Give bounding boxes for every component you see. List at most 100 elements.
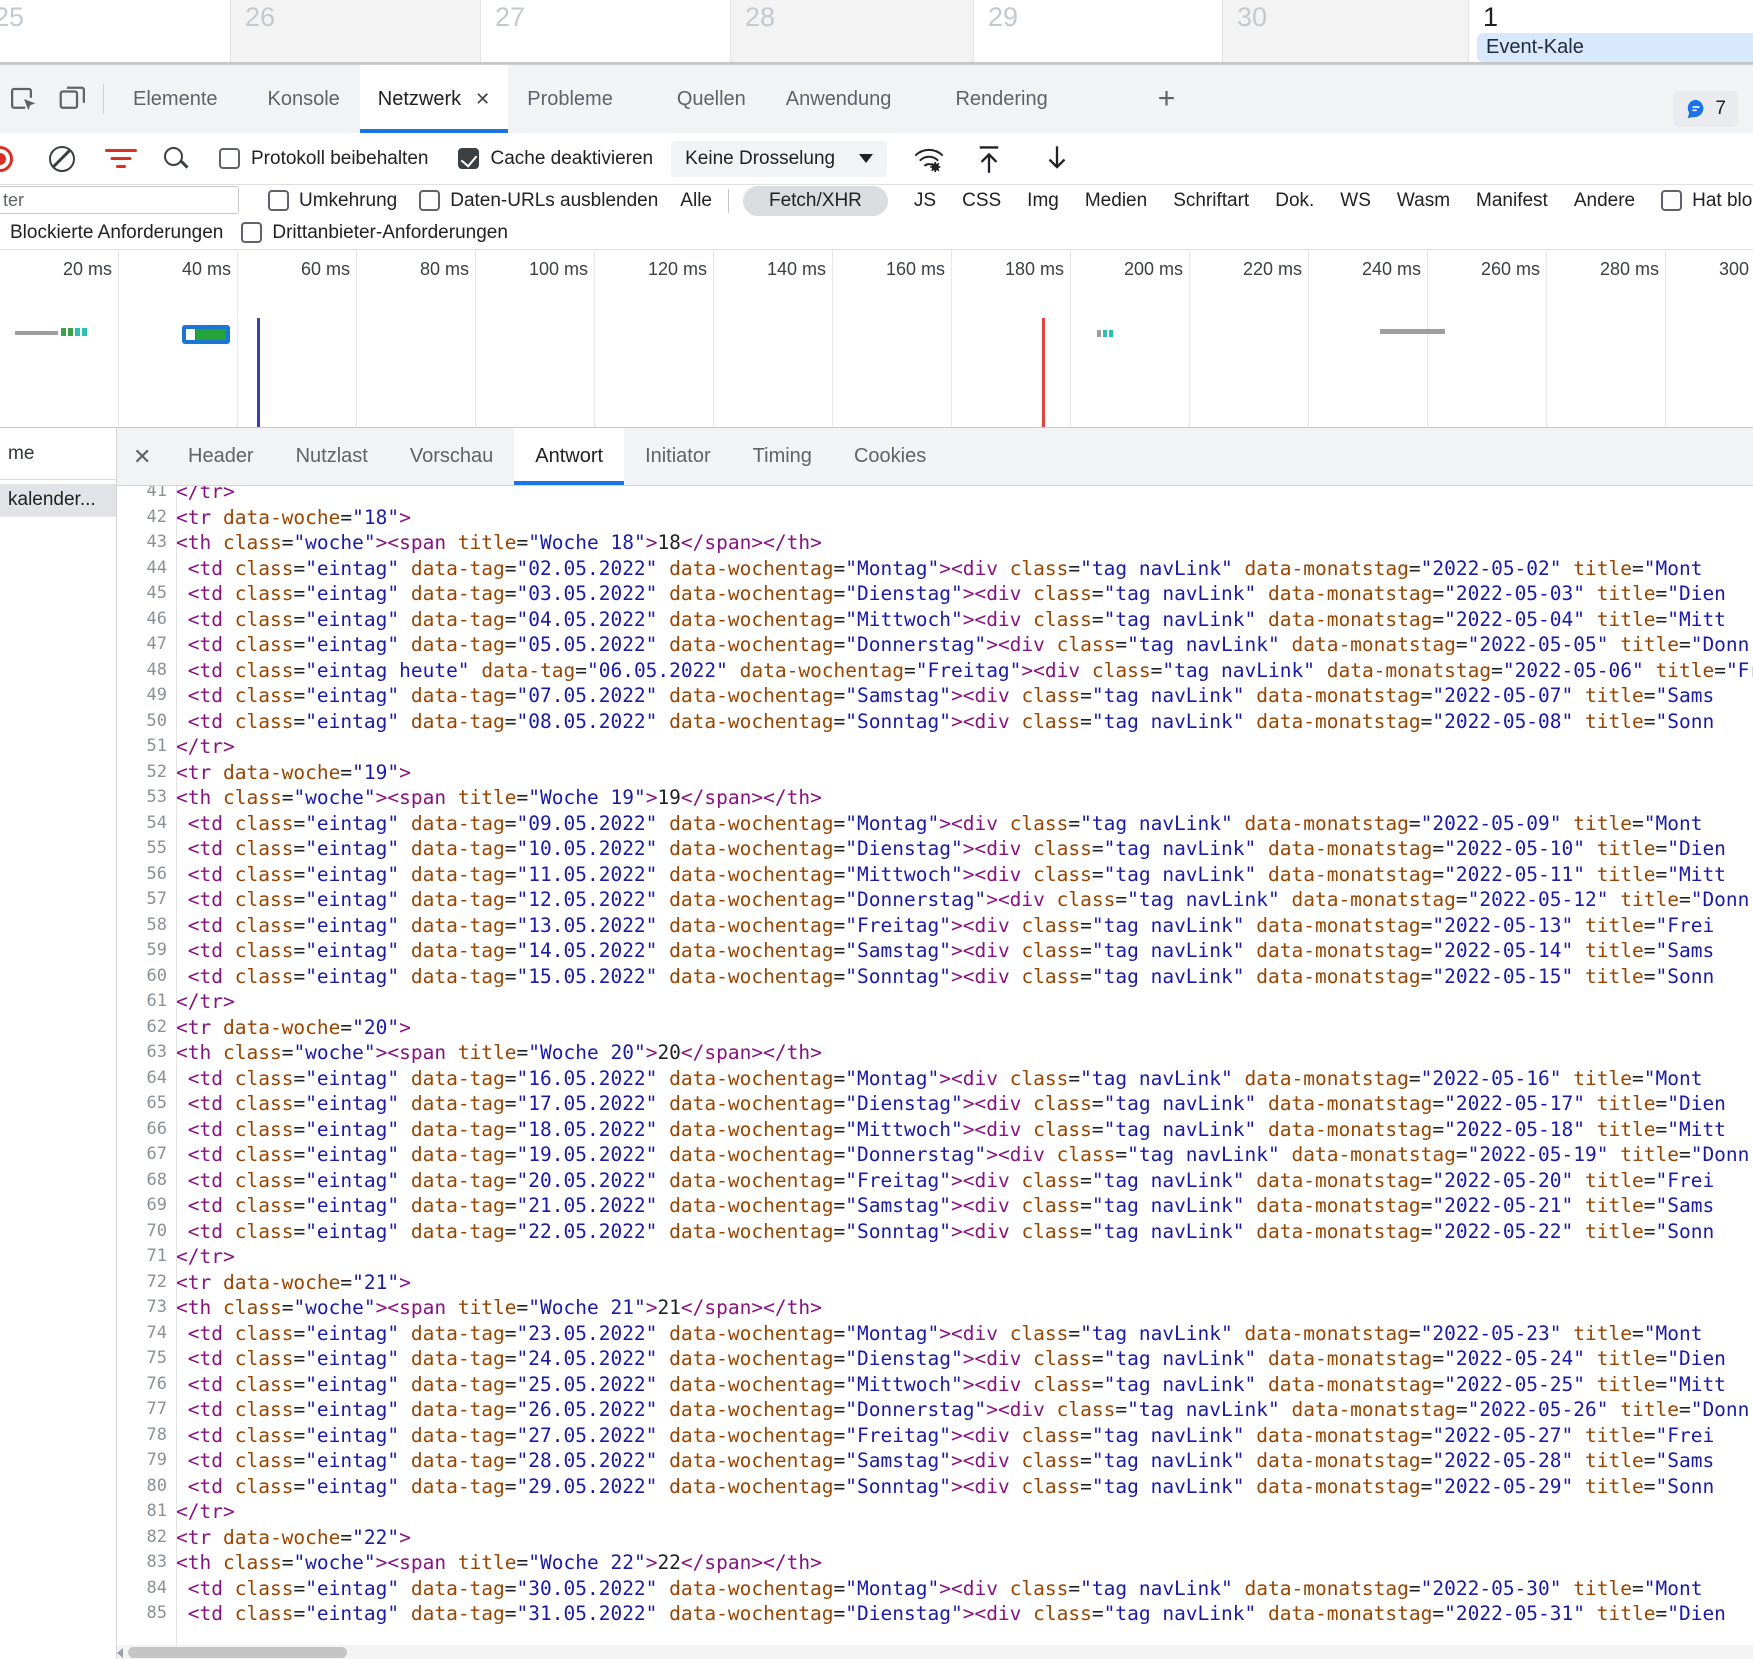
code-line: 43<th class="woche"><span title="Woche 1…: [117, 530, 1753, 556]
ruler-tick: 300 ms: [1666, 250, 1753, 427]
clear-icon[interactable]: [49, 146, 75, 172]
line-number: 81: [117, 1499, 176, 1525]
filter-type-medien[interactable]: Medien: [1085, 190, 1147, 212]
network-overview[interactable]: 20 ms40 ms60 ms80 ms100 ms120 ms140 ms16…: [0, 250, 1753, 428]
scrollbar-thumb[interactable]: [128, 1647, 347, 1658]
search-icon[interactable]: [163, 146, 189, 172]
response-tab-timing[interactable]: Timing: [732, 428, 833, 485]
record-button[interactable]: [0, 146, 13, 172]
invert-checkbox[interactable]: [268, 190, 289, 211]
filter-type-schriftart[interactable]: Schriftart: [1173, 190, 1249, 212]
line-number: 56: [117, 862, 176, 888]
line-number: 79: [117, 1448, 176, 1474]
preserve-log-checkbox[interactable]: [219, 148, 240, 169]
filter-type-js[interactable]: JS: [914, 190, 936, 212]
filter-type-wasm[interactable]: Wasm: [1397, 190, 1450, 212]
filter-type-alle[interactable]: Alle: [680, 190, 712, 212]
throttling-select[interactable]: Keine Drosselung: [671, 141, 887, 177]
code-text: <td class="eintag" data-tag="31.05.2022"…: [176, 1601, 1753, 1627]
code-text: <td class="eintag" data-tag="29.05.2022"…: [176, 1474, 1753, 1500]
devtools-tab-quellen[interactable]: Quellen: [675, 65, 748, 133]
filter-type-andere[interactable]: Andere: [1574, 190, 1635, 212]
disable-cache-checkbox[interactable]: [458, 148, 479, 169]
response-tab-initiator[interactable]: Initiator: [624, 428, 732, 485]
blocked-requests-bar: Blockierte Anforderungen Drittanbieter-A…: [0, 216, 1753, 250]
line-number: 58: [117, 913, 176, 939]
response-tab-antwort[interactable]: Antwort: [514, 428, 624, 485]
invert-label: Umkehrung: [299, 190, 397, 212]
calendar-event-pill[interactable]: Event-Kale: [1477, 33, 1753, 62]
ruler-tick: 140 ms: [714, 250, 833, 427]
code-text: </tr>: [176, 486, 1753, 505]
network-conditions-icon[interactable]: [913, 144, 945, 174]
network-toolbar: Protokoll beibehalten Cache deaktivieren…: [0, 133, 1753, 185]
code-line: 68 <td class="eintag" data-tag="20.05.20…: [117, 1168, 1753, 1194]
close-tab-icon[interactable]: ✕: [475, 89, 490, 110]
detail-tabbar: ✕ HeaderNutzlastVorschauAntwortInitiator…: [117, 428, 1753, 486]
response-tab-nutzlast[interactable]: Nutzlast: [275, 428, 389, 485]
code-line: 44 <td class="eintag" data-tag="02.05.20…: [117, 556, 1753, 582]
code-text: <td class="eintag" data-tag="02.05.2022"…: [176, 556, 1753, 582]
line-number: 78: [117, 1423, 176, 1449]
line-number: 68: [117, 1168, 176, 1194]
code-line: 52<tr data-woche="19">: [117, 760, 1753, 786]
code-text: <th class="woche"><span title="Woche 22"…: [176, 1550, 1753, 1576]
hide-data-urls-checkbox[interactable]: [419, 190, 440, 211]
line-number: 45: [117, 581, 176, 607]
devtools-tab-elemente[interactable]: Elemente: [131, 65, 220, 133]
code-line: 53<th class="woche"><span title="Woche 1…: [117, 785, 1753, 811]
filter-type-manifest[interactable]: Manifest: [1476, 190, 1548, 212]
horizontal-scrollbar[interactable]: [117, 1645, 1753, 1659]
filter-type-ws[interactable]: WS: [1340, 190, 1371, 212]
more-tabs-button[interactable]: +: [1158, 82, 1176, 116]
filter-type-fetch-xhr[interactable]: Fetch/XHR: [743, 186, 888, 216]
device-toolbar-icon[interactable]: [57, 84, 87, 114]
waterfall-dot: [1109, 330, 1113, 337]
devtools-tab-anwendung[interactable]: Anwendung: [784, 65, 894, 133]
filter-type-css[interactable]: CSS: [962, 190, 1001, 212]
import-har-icon[interactable]: [975, 144, 1003, 174]
response-source-view[interactable]: 41</tr>42<tr data-woche="18">43<th class…: [117, 486, 1753, 1645]
code-line: 74 <td class="eintag" data-tag="23.05.20…: [117, 1321, 1753, 1347]
name-column-header[interactable]: me: [0, 428, 116, 480]
tab-label: Anwendung: [786, 88, 892, 111]
request-row-selected[interactable]: kalender...: [0, 484, 116, 517]
issues-badge[interactable]: 7: [1673, 91, 1738, 127]
code-text: <tr data-woche="21">: [176, 1270, 1753, 1296]
response-tab-cookies[interactable]: Cookies: [833, 428, 947, 485]
code-line: 62<tr data-woche="20">: [117, 1015, 1753, 1041]
chevron-down-icon: [859, 154, 873, 163]
divider: [728, 189, 729, 213]
line-number: 43: [117, 530, 176, 556]
inspect-element-icon[interactable]: [9, 84, 39, 114]
third-party-checkbox[interactable]: [241, 222, 262, 243]
filter-type-dok-[interactable]: Dok.: [1275, 190, 1314, 212]
chat-bubble-icon: [1685, 98, 1707, 120]
calendar-day-number: 29: [988, 2, 1018, 33]
filter-input[interactable]: ter: [0, 186, 239, 214]
devtools-tab-konsole[interactable]: Konsole: [266, 65, 342, 133]
code-line: 76 <td class="eintag" data-tag="25.05.20…: [117, 1372, 1753, 1398]
code-line: 61</tr>: [117, 989, 1753, 1015]
ruler-tick: 100 ms: [476, 250, 595, 427]
code-line: 60 <td class="eintag" data-tag="15.05.20…: [117, 964, 1753, 990]
code-text: <td class="eintag" data-tag="14.05.2022"…: [176, 938, 1753, 964]
code-line: 70 <td class="eintag" data-tag="22.05.20…: [117, 1219, 1753, 1245]
devtools-tab-probleme[interactable]: Probleme: [525, 65, 615, 133]
devtools-tab-rendering[interactable]: Rendering: [953, 65, 1049, 133]
close-icon[interactable]: ✕: [133, 444, 167, 470]
devtools-tab-netzwerk[interactable]: Netzwerk✕: [360, 65, 508, 133]
selected-request-marker[interactable]: [182, 325, 230, 344]
code-line: 42<tr data-woche="18">: [117, 505, 1753, 531]
filter-icon[interactable]: [105, 148, 137, 170]
response-tab-vorschau[interactable]: Vorschau: [389, 428, 514, 485]
code-line: 64 <td class="eintag" data-tag="16.05.20…: [117, 1066, 1753, 1092]
response-tab-header[interactable]: Header: [167, 428, 275, 485]
code-text: <td class="eintag" data-tag="18.05.2022"…: [176, 1117, 1753, 1143]
filter-type-img[interactable]: Img: [1027, 190, 1059, 212]
export-har-icon[interactable]: [1043, 144, 1071, 174]
code-text: <td class="eintag" data-tag="10.05.2022"…: [176, 836, 1753, 862]
calendar-day-cell: 25: [0, 0, 230, 62]
has-blocked-cookies-checkbox[interactable]: [1661, 190, 1682, 211]
line-number: 71: [117, 1244, 176, 1270]
